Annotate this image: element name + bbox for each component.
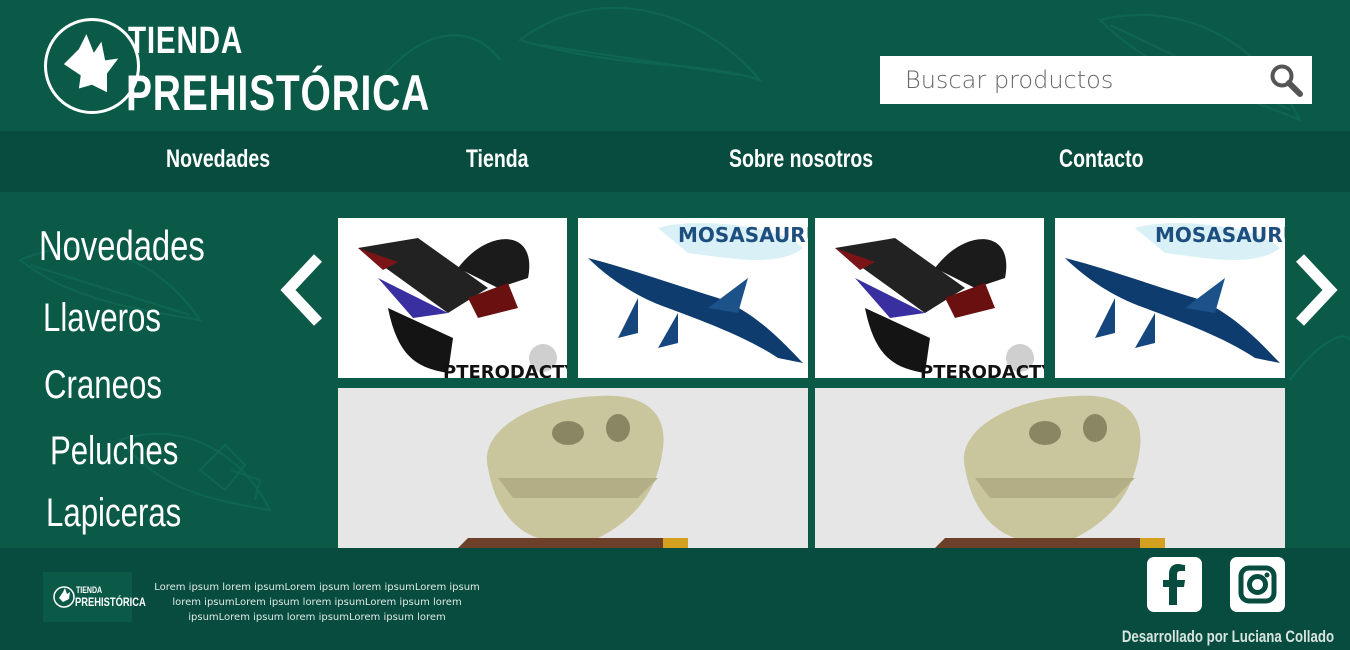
footer-logo[interactable]: TIENDA PREHISTÓRICA xyxy=(43,572,146,622)
sidebar-item-novedades[interactable]: Novedades xyxy=(39,222,251,270)
nav-item-contacto[interactable]: Contacto xyxy=(1059,145,1143,174)
developer-credit: Desarrollado por Luciana Collado xyxy=(1121,627,1334,646)
product-tile[interactable]: MOSASAURUS xyxy=(1055,218,1285,378)
sidebar-item-label: Novedades xyxy=(39,222,205,269)
chevron-left-icon[interactable] xyxy=(278,250,328,330)
dino-footprint-icon xyxy=(63,34,119,93)
site-header: TIENDA PREHISTÓRICA xyxy=(0,0,1350,131)
main-nav: Novedades Tienda Sobre nosotros Contacto xyxy=(0,131,1350,192)
chevron-right-icon[interactable] xyxy=(1290,250,1340,330)
search-bar xyxy=(880,56,1312,104)
sidebar-item-lapiceras[interactable]: Lapiceras xyxy=(46,491,219,536)
tile-caption: PTERODACTYL xyxy=(920,362,1044,378)
nav-item-novedades[interactable]: Novedades xyxy=(166,145,270,174)
sidebar-item-label: Lapiceras xyxy=(46,491,182,535)
pterodactyl-image: PTERODACTYL xyxy=(338,218,567,378)
mosasaurus-image: MOSASAURUS xyxy=(578,218,808,378)
product-tile[interactable]: MOSASAURUS xyxy=(578,218,808,378)
trex-skull-image xyxy=(815,388,1285,548)
store-logo[interactable]: TIENDA PREHISTÓRICA xyxy=(44,18,429,121)
search-input[interactable] xyxy=(880,56,1260,104)
tile-caption: MOSASAURUS xyxy=(678,223,808,247)
tile-caption: PTERODACTYL xyxy=(443,362,567,378)
pterodactyl-image: PTERODACTYL xyxy=(815,218,1044,378)
sidebar-item-llaveros[interactable]: Llaveros xyxy=(43,296,194,341)
sidebar-item-peluches[interactable]: Peluches xyxy=(50,429,215,474)
footer-logo-line2: PREHISTÓRICA xyxy=(75,595,146,609)
logo-text-line1: TIENDA xyxy=(128,20,244,62)
product-tile[interactable] xyxy=(338,388,808,548)
logo-text-line2: PREHISTÓRICA xyxy=(126,65,431,121)
footer-description: Lorem ipsum lorem ipsumLorem ipsum lorem… xyxy=(154,582,480,623)
sidebar-item-craneos[interactable]: Craneos xyxy=(44,363,195,408)
mosasaurus-image: MOSASAURUS xyxy=(1055,218,1285,378)
nav-item-tienda[interactable]: Tienda xyxy=(466,145,528,174)
footer-logo-line1: TIENDA xyxy=(76,585,103,595)
instagram-icon[interactable] xyxy=(1230,557,1285,612)
nav-item-sobre-nosotros[interactable]: Sobre nosotros xyxy=(729,145,873,174)
sidebar-item-label: Craneos xyxy=(44,363,162,407)
facebook-icon[interactable] xyxy=(1147,557,1202,612)
sidebar-item-label: Llaveros xyxy=(43,296,161,340)
product-tile[interactable] xyxy=(815,388,1285,548)
product-tile[interactable]: PTERODACTYL xyxy=(815,218,1044,378)
search-icon[interactable] xyxy=(1268,62,1304,98)
site-footer: TIENDA PREHISTÓRICA Lorem ipsum lorem ip… xyxy=(0,548,1350,650)
sidebar-item-label: Peluches xyxy=(50,429,179,473)
product-tile[interactable]: PTERODACTYL xyxy=(338,218,567,378)
trex-skull-image xyxy=(338,388,808,548)
tile-caption: MOSASAURUS xyxy=(1155,223,1285,247)
